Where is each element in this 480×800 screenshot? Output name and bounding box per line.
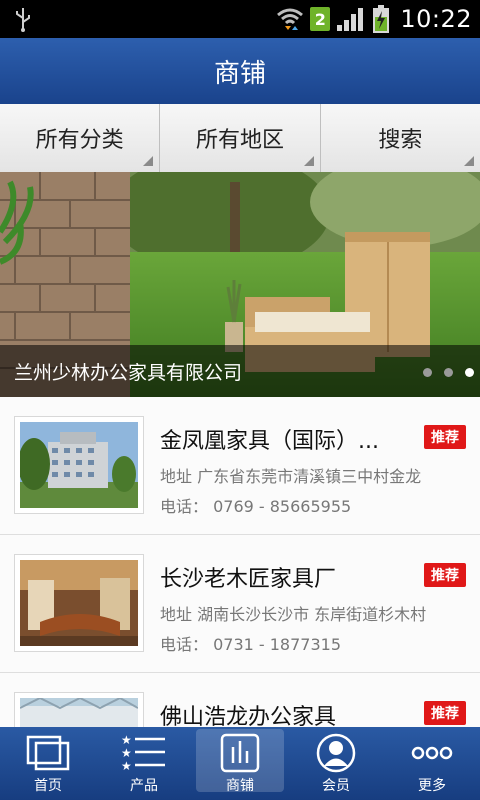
svg-text:★: ★ xyxy=(121,759,132,773)
carousel-dot[interactable] xyxy=(423,368,432,377)
store-name: 长沙老木匠家具厂 xyxy=(160,567,337,592)
interior-image xyxy=(20,560,138,646)
svg-text:★: ★ xyxy=(121,746,132,760)
nav-shops[interactable]: 商铺 xyxy=(192,727,288,800)
recommend-badge: 推荐 xyxy=(424,425,466,449)
status-time: 10:22 xyxy=(400,5,472,33)
bottom-nav: 首页 ★ ★ ★ 产品 商铺 会员 更多 xyxy=(0,727,480,800)
battery-charging-icon xyxy=(373,5,390,33)
nav-more-label: 更多 xyxy=(418,778,446,794)
store-list: 金凤凰家具（国际）... 推荐 地址 广东省东莞市清溪镇三中村金龙 电话： 07… xyxy=(0,397,480,727)
store-name: 金凤凰家具（国际）... xyxy=(160,429,379,454)
wifi-icon xyxy=(277,8,304,30)
store-phone: 电话： 0731 - 1877315 xyxy=(160,635,342,654)
store-thumbnail xyxy=(15,417,143,513)
banner-carousel[interactable]: 兰州少林办公家具有限公司 xyxy=(0,172,480,397)
recommend-badge: 推荐 xyxy=(424,563,466,587)
title-bar: 商铺 xyxy=(0,38,480,104)
banner-title[interactable]: 兰州少林办公家具有限公司 xyxy=(14,358,242,385)
filter-category[interactable]: 所有分类 xyxy=(0,104,161,172)
store-address: 地址 广东省东莞市清溪镇三中村金龙 xyxy=(160,467,422,486)
nav-more[interactable]: 更多 xyxy=(384,727,480,800)
nav-products[interactable]: ★ ★ ★ 产品 xyxy=(96,727,192,800)
filter-region[interactable]: 所有地区 xyxy=(160,104,321,172)
store-address: 地址 湖南长沙长沙市 东岸街道杉木村 xyxy=(160,605,427,624)
page-title: 商铺 xyxy=(213,58,266,89)
list-item[interactable]: 长沙老木匠家具厂 推荐 地址 湖南长沙长沙市 东岸街道杉木村 电话： 0731 … xyxy=(0,535,480,673)
nav-home-label: 首页 xyxy=(34,778,62,794)
nav-home[interactable]: 首页 xyxy=(0,727,96,800)
filter-search[interactable]: 搜索 xyxy=(321,104,480,172)
dropdown-corner-icon xyxy=(463,156,474,166)
store-name: 佛山浩龙办公家具 xyxy=(160,705,337,727)
factory-image xyxy=(20,698,138,727)
carousel-dot-active[interactable] xyxy=(465,368,474,377)
usb-icon xyxy=(16,8,30,32)
nav-shops-label: 商铺 xyxy=(226,778,254,794)
nav-products-label: 产品 xyxy=(130,778,158,794)
sim-badge: 2 xyxy=(310,7,331,31)
filter-bar: 所有分类 所有地区 搜索 xyxy=(0,104,480,173)
chart-icon xyxy=(220,733,260,773)
store-phone: 电话： 0769 - 85665955 xyxy=(160,497,352,516)
home-icon xyxy=(26,735,70,771)
filter-region-label: 所有地区 xyxy=(195,128,284,153)
building-image xyxy=(20,422,138,508)
carousel-dot[interactable] xyxy=(444,368,453,377)
carousel-indicator xyxy=(423,368,474,377)
recommend-badge: 推荐 xyxy=(424,701,466,725)
signal-icon xyxy=(337,8,364,31)
filter-category-label: 所有分类 xyxy=(35,128,124,153)
dropdown-corner-icon xyxy=(303,156,314,166)
list-item[interactable]: 金凤凰家具（国际）... 推荐 地址 广东省东莞市清溪镇三中村金龙 电话： 07… xyxy=(0,397,480,535)
status-bar: 2 10:22 xyxy=(0,0,480,38)
list-icon: ★ ★ ★ xyxy=(121,733,165,773)
user-icon xyxy=(316,733,356,773)
store-thumbnail xyxy=(15,693,143,727)
more-icon xyxy=(411,746,453,760)
nav-member[interactable]: 会员 xyxy=(288,727,384,800)
nav-member-label: 会员 xyxy=(322,778,350,794)
list-item[interactable]: 佛山浩龙办公家具 推荐 xyxy=(0,673,480,727)
store-thumbnail xyxy=(15,555,143,651)
dropdown-corner-icon xyxy=(143,156,154,166)
svg-text:★: ★ xyxy=(121,733,132,747)
filter-search-label: 搜索 xyxy=(378,128,423,153)
